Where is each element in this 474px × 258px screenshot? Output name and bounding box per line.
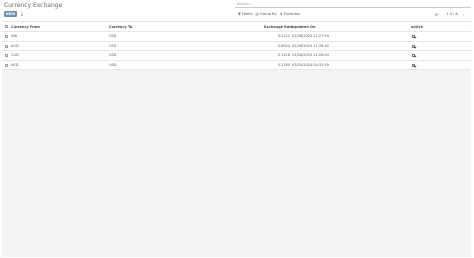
header-active[interactable]: active — [411, 22, 423, 32]
filters-label: Filters — [241, 12, 253, 16]
cell-currency-to: USD — [109, 62, 117, 67]
cell-updated-on: 02/28/2024 11:27:59 — [292, 34, 330, 38]
cell-currency-from: CAD — [11, 53, 19, 57]
active-checkbox[interactable] — [412, 54, 416, 58]
favorites-label: Favorites — [283, 12, 301, 16]
page-title: Currency Exchange — [4, 2, 63, 9]
filter-icon: ▼ — [238, 12, 241, 16]
cell-currency-from: AED — [11, 62, 19, 67]
pager-value[interactable]: 1-4 / 4 — [446, 12, 458, 17]
table-row[interactable]: AED USD 0.2780 03/20/2024 04:32:59 — [2, 60, 471, 70]
exchange-table: Currency From Currency To Exchange Rate … — [2, 22, 471, 70]
select-all-checkbox[interactable] — [5, 25, 8, 28]
star-icon: ★ — [279, 12, 283, 16]
header-updated-on[interactable]: Updated On — [292, 22, 315, 32]
cell-currency-to: USD — [109, 43, 117, 48]
table-row[interactable]: CAD USD 0.7418 02/28/2024 11:28:04 — [2, 51, 471, 61]
cell-exchange-rate: 0.2780 — [277, 62, 290, 67]
pager-prev-icon[interactable]: ‹ — [457, 12, 459, 17]
header-currency-from[interactable]: Currency From — [11, 22, 40, 32]
active-checkbox[interactable] — [412, 44, 416, 48]
table-row[interactable]: AUD USD 0.6524 02/28/2024 11:28:42 — [2, 41, 471, 51]
cell-exchange-rate: 0.7418 — [277, 53, 290, 57]
cell-currency-to: USD — [109, 53, 117, 57]
row-checkbox[interactable] — [5, 35, 8, 38]
table-header: Currency From Currency To Exchange Rate … — [2, 22, 471, 32]
cell-updated-on: 02/28/2024 11:28:42 — [292, 43, 330, 48]
new-button[interactable]: NEW — [4, 11, 17, 17]
cell-exchange-rate: 0.0121 — [277, 34, 290, 38]
header-currency-to[interactable]: Currency To — [109, 22, 132, 32]
refresh-icon[interactable]: ⟳ — [435, 12, 438, 17]
row-checkbox[interactable] — [5, 54, 8, 57]
table-row[interactable]: INR USD 0.0121 02/28/2024 11:27:59 — [2, 32, 471, 42]
groupby-label: Group By — [259, 12, 277, 16]
search-filters: ▼ Filters ▤ Group By ★ Favorites — [238, 12, 300, 17]
search-input[interactable]: Search... — [235, 1, 471, 8]
cell-updated-on: 03/20/2024 04:32:59 — [292, 62, 330, 67]
filters-button[interactable]: ▼ Filters — [238, 12, 253, 17]
favorites-button[interactable]: ★ Favorites — [280, 12, 300, 17]
active-checkbox[interactable] — [412, 63, 416, 67]
pager-next-icon[interactable]: › — [463, 12, 465, 17]
active-checkbox[interactable] — [412, 35, 416, 39]
cell-currency-from: INR — [11, 34, 18, 38]
cell-currency-to: USD — [109, 34, 117, 38]
layers-icon: ▤ — [255, 12, 259, 16]
row-checkbox[interactable] — [5, 44, 8, 48]
cell-exchange-rate: 0.6524 — [277, 43, 290, 48]
cell-currency-from: AUD — [11, 43, 19, 48]
download-icon[interactable]: ⤓ — [19, 11, 25, 17]
header-exchange-rate[interactable]: Exchange Rate — [264, 22, 293, 32]
groupby-button[interactable]: ▤ Group By — [256, 12, 277, 17]
row-checkbox[interactable] — [5, 63, 8, 67]
cell-updated-on: 02/28/2024 11:28:04 — [292, 53, 330, 57]
